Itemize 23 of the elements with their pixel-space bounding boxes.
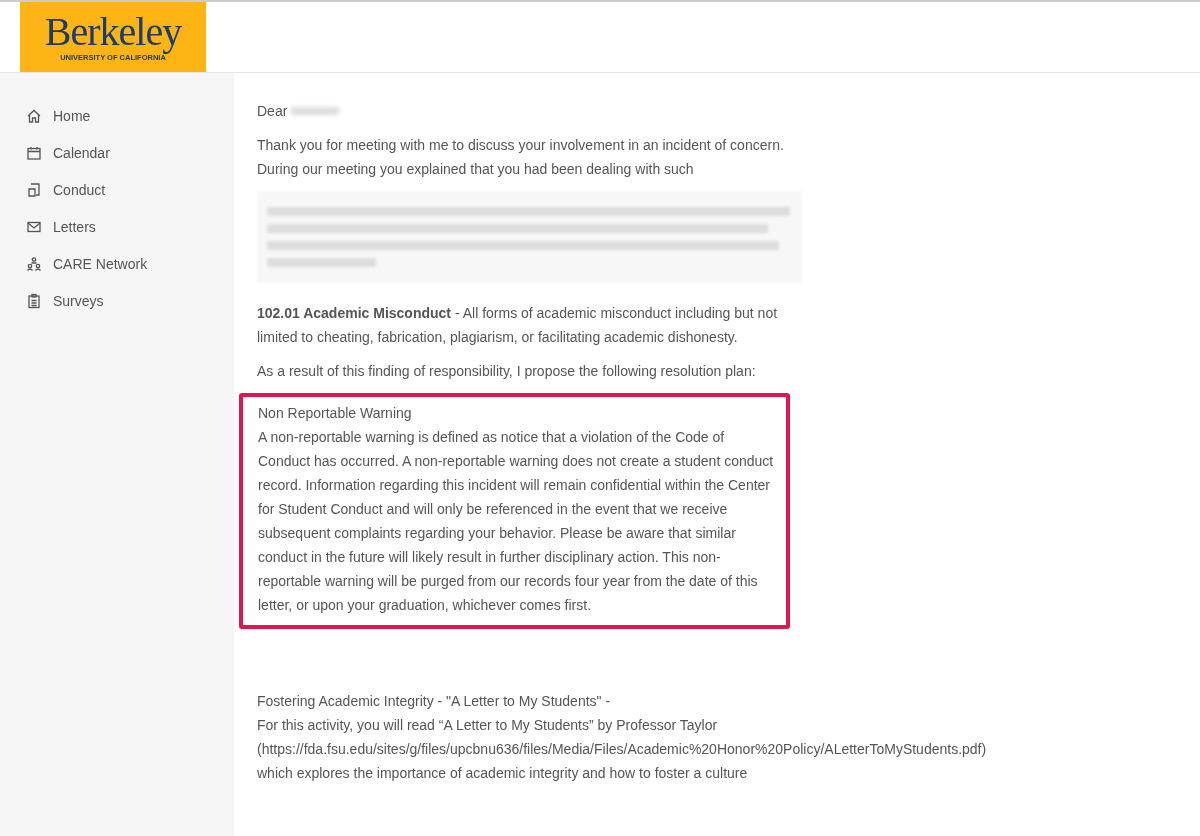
home-icon xyxy=(26,107,42,124)
intro-paragraph: Thank you for meeting with me to discuss your involvement in an incident of concern. During our meeting you explained that you had been dealing with such xyxy=(257,136,785,179)
warning-title: Non Reportable Warning xyxy=(258,404,413,423)
nav-item[interactable]: Surveys xyxy=(0,282,234,319)
nav-item[interactable]: Calendar xyxy=(0,134,234,171)
blurred-name xyxy=(291,107,340,115)
activity-line: which explores the importance of academic integrity and how to foster a culture xyxy=(257,764,749,783)
resolution-paragraph: As a result of this finding of responsibility, I propose the following resolution plan: xyxy=(257,362,757,381)
nav-item[interactable]: Conduct xyxy=(0,171,234,208)
warning-paragraph: A non-reportable warning is defined as notice that a violation of the Code of Conduct has occurred. A non-reportable warning does not create a student conduct record. Information regarding this incident will remain confidential within the Center for Student Conduct and will only be referenced in the event that we receive subsequent complaints regarding your behavior. Please be aware that similar conduct in the future will likely result in further disciplinary action. This non-reportable warning will be purged from our records four year from the date of this letter, or upon your graduation, whichever comes first. xyxy=(258,428,775,615)
clipboard-icon xyxy=(26,292,42,309)
activity-line: For this activity, you will read “A Letter to My Students” by Professor Taylor xyxy=(257,716,719,735)
document-icon xyxy=(26,181,42,198)
policy-paragraph: 102.01 Academic Misconduct - All forms of academic misconduct including but not limited to cheating, fabrication, plagiarism, or facilitating academic dishonesty. xyxy=(257,304,779,347)
calendar-icon xyxy=(26,144,42,161)
logo-wordmark: Berkeley xyxy=(44,12,182,52)
nav-item[interactable]: CARE Network xyxy=(0,245,234,282)
nav-item[interactable]: Letters xyxy=(0,208,234,245)
nav-item[interactable]: Home xyxy=(0,97,234,134)
activity-line: (https://fda.fsu.edu/sites/g/files/upcbnu636/files/Media/Files/Academic%20Honor%20Policy/ALetterToMyStudents.pdf) xyxy=(257,740,987,759)
people-icon xyxy=(26,255,42,272)
greeting: Dear xyxy=(257,102,288,121)
activity-line: Fostering Academic Integrity - "A Letter to My Students" - xyxy=(257,692,612,711)
